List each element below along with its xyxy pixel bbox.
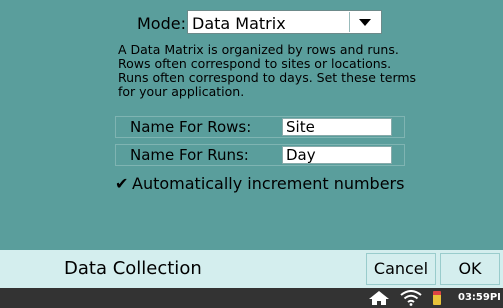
cancel-button[interactable]: Cancel — [366, 253, 436, 285]
rows-name-input[interactable]: Site — [282, 118, 392, 136]
system-status-bar: 03:59PI — [0, 288, 503, 308]
rows-name-label: Name For Rows: — [130, 118, 252, 136]
chevron-down-icon[interactable] — [349, 12, 379, 32]
auto-increment-label[interactable]: Automatically increment numbers — [132, 174, 404, 193]
mode-description: A Data Matrix is organized by rows and r… — [118, 42, 417, 99]
ok-button[interactable]: OK — [440, 253, 500, 285]
runs-name-label: Name For Runs: — [130, 146, 249, 164]
home-icon[interactable] — [368, 290, 390, 306]
checkmark-icon[interactable]: ✔ — [115, 174, 128, 193]
mode-row: Mode: Data Matrix — [0, 10, 503, 36]
mode-label: Mode: — [137, 14, 186, 33]
mode-dropdown[interactable]: Data Matrix — [187, 10, 382, 34]
mode-selected-value: Data Matrix — [192, 14, 286, 33]
rows-name-row: Name For Rows: Site — [115, 116, 405, 138]
main-panel: Mode: Data Matrix A Data Matrix is organ… — [0, 0, 503, 250]
battery-icon — [433, 291, 441, 305]
clock-time: 03:59PI — [458, 292, 501, 303]
footer-bar: Data Collection Cancel OK — [0, 250, 503, 288]
runs-name-input[interactable]: Day — [282, 146, 392, 164]
runs-name-row: Name For Runs: Day — [115, 144, 405, 166]
wifi-icon — [400, 290, 422, 306]
auto-increment-checkbox[interactable]: ✔ Automatically increment numbers — [115, 174, 415, 194]
footer-title: Data Collection — [64, 258, 202, 279]
